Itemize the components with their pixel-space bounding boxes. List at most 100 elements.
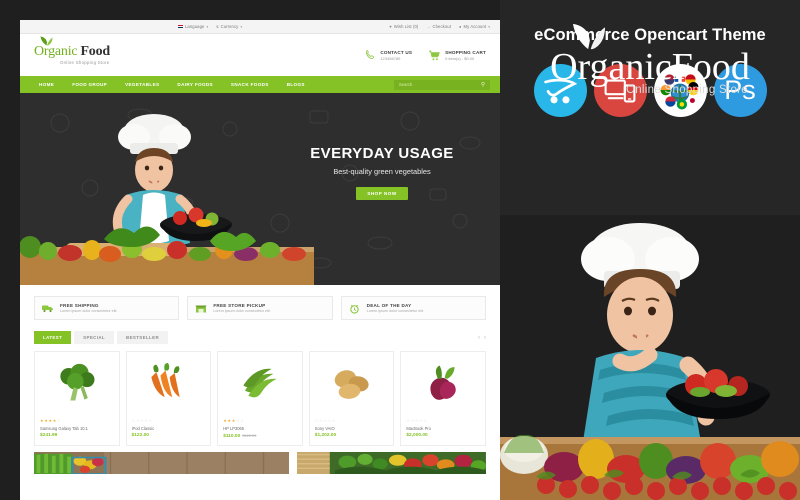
- logo-row: Organic Food: [34, 36, 110, 59]
- currency-selector[interactable]: $ Currency ▾: [216, 24, 242, 29]
- nav-item-snack-foods[interactable]: SNACK FOODS: [222, 82, 278, 87]
- nav-item-home[interactable]: HOME: [30, 82, 63, 87]
- checkout-label: Checkout: [432, 24, 451, 29]
- promo-logo: Organic Food Online Shopping Store: [500, 23, 800, 96]
- nav-item-vegetables[interactable]: VEGETABLES: [116, 82, 168, 87]
- logo-tagline: Online Shopping Store: [60, 60, 110, 65]
- tab-special[interactable]: SPECIAL: [74, 331, 114, 344]
- flag-icon: [178, 24, 183, 29]
- product-name[interactable]: HP LP3065: [223, 426, 297, 431]
- carousel-next-icon[interactable]: ›: [484, 335, 486, 341]
- service-deal-of-the-day[interactable]: DEAL OF THE DAY Lorem ipsum dolor consec…: [340, 296, 486, 320]
- search-placeholder: Search: [399, 82, 413, 87]
- nav-item-blogs[interactable]: BLOGS: [278, 82, 314, 87]
- product-price: $110.00 $122.00: [223, 433, 297, 439]
- logo-word-organic: Organic: [34, 44, 78, 59]
- language-label: Language: [185, 24, 205, 29]
- cart-label: SHOPPING CART: [445, 49, 486, 55]
- product-body: ★★★★☆ Samsung Galaxy Tab 10.1 $241.99: [35, 414, 119, 444]
- product-price-value: $110.00: [223, 434, 241, 439]
- product-card[interactable]: ☆☆☆☆☆ MacBook Pro $2,000.00: [400, 351, 486, 446]
- alarm-clock-icon: [349, 302, 361, 314]
- hero-copy: EVERYDAY USAGE Best-quality green vegeta…: [282, 145, 482, 200]
- wishlist-label: Wish List (0): [393, 24, 419, 29]
- product-price: $1,202.00: [314, 433, 337, 438]
- contact-us-block[interactable]: CONTACT US 123456789: [363, 49, 412, 62]
- wishlist-link[interactable]: ♥ Wish List (0): [389, 24, 418, 29]
- product-rating: ☆☆☆☆☆: [131, 418, 153, 423]
- search-icon[interactable]: ⚲: [481, 82, 485, 88]
- phone-icon: [363, 49, 376, 62]
- main-navigation: HOME FOOD GROUP VEGETABLES DAIRY FOODS S…: [20, 76, 500, 93]
- nav-item-food-group[interactable]: FOOD GROUP: [63, 82, 116, 87]
- product-name[interactable]: Sony VAIO: [315, 426, 389, 431]
- service-text: Lorem ipsum dolor consectetur elit.: [213, 309, 271, 314]
- product-name[interactable]: Samsung Galaxy Tab 10.1: [40, 426, 114, 431]
- my-account-link[interactable]: ● My Account ▾: [459, 24, 490, 29]
- promo-photo-girl-chef: [500, 215, 800, 500]
- product-card[interactable]: ★★★★☆ Samsung Galaxy Tab 10.1 $241.99: [34, 351, 120, 446]
- service-free-shipping[interactable]: FREE SHIPPING Lorem ipsum dolor consecte…: [34, 296, 180, 320]
- services-strip: FREE SHIPPING Lorem ipsum dolor consecte…: [20, 285, 500, 327]
- product-rating: ★★★☆☆: [223, 418, 245, 423]
- service-title: DEAL OF THE DAY: [366, 302, 412, 308]
- checkout-link[interactable]: → Checkout: [426, 24, 451, 29]
- product-card[interactable]: ★★★☆☆ HP LP3065 $110.00 $122.00: [217, 351, 303, 446]
- logo-word-food: Food: [80, 44, 110, 59]
- site-header: Organic Food Online Shopping Store CONTA…: [20, 34, 500, 76]
- promo-subtitle: eCommerce Opencart Theme: [534, 26, 766, 44]
- shopping-cart-block[interactable]: SHOPPING CART 0 item(s) - $0.00: [428, 49, 486, 62]
- service-free-store-pickup[interactable]: FREE STORE PICKUP Lorem ipsum dolor cons…: [187, 296, 333, 320]
- topbar-right: ♥ Wish List (0) → Checkout ● My Account …: [389, 24, 490, 29]
- tab-bestseller[interactable]: BESTSELLER: [117, 331, 169, 344]
- heart-icon: ♥: [389, 24, 392, 29]
- product-tabs: LATEST SPECIAL BESTSELLER ‹ ›: [20, 327, 500, 344]
- site-logo[interactable]: Organic Food Online Shopping Store: [34, 36, 110, 65]
- banner-vegetable-crate[interactable]: [34, 452, 290, 474]
- product-grid: ★★★★☆ Samsung Galaxy Tab 10.1 $241.99 ☆☆…: [20, 344, 500, 446]
- shop-now-button[interactable]: SHOP NOW: [356, 187, 408, 200]
- chevron-down-icon: ▾: [488, 24, 490, 29]
- product-image-beetroot: [401, 352, 485, 414]
- banner-fresh-produce[interactable]: [297, 452, 486, 474]
- carousel-prev-icon[interactable]: ‹: [478, 335, 480, 341]
- carousel-arrows: ‹ ›: [478, 335, 486, 341]
- product-name[interactable]: iPod Classic: [132, 426, 206, 431]
- contact-us-label: CONTACT US: [380, 49, 413, 55]
- hero-subtitle: Best-quality green vegetables: [333, 167, 431, 176]
- site-preview: Language ▾ $ Currency ▾ ♥ Wish List (0) …: [20, 20, 500, 500]
- tab-latest[interactable]: LATEST: [34, 331, 72, 344]
- arrow-right-icon: →: [426, 24, 431, 29]
- product-card[interactable]: ☆☆☆☆☆ iPod Classic $122.00: [125, 351, 212, 446]
- product-body: ☆☆☆☆☆ MacBook Pro $2,000.00: [401, 414, 485, 444]
- service-text: Lorem ipsum dolor consectetur elit.: [366, 309, 425, 314]
- product-image-broccoli: [35, 352, 119, 414]
- product-image-carrots: [126, 352, 211, 414]
- product-old-price: $122.00: [242, 433, 257, 438]
- bottom-banners: [20, 446, 500, 474]
- product-rating: ☆☆☆☆☆: [314, 418, 337, 423]
- leaf-icon: [40, 36, 53, 46]
- product-rating: ★★★★☆: [40, 418, 62, 423]
- product-body: ☆☆☆☆☆ Sony VAIO $1,202.00: [310, 414, 394, 444]
- product-price: $2,000.00: [406, 433, 428, 438]
- leaf-icon: [573, 23, 606, 50]
- promo-logo-row: Organic Food: [550, 23, 750, 86]
- search-input[interactable]: Search ⚲: [394, 79, 490, 90]
- product-name[interactable]: MacBook Pro: [406, 426, 480, 431]
- service-title: FREE STORE PICKUP: [213, 302, 266, 308]
- store-icon: [195, 302, 207, 314]
- screenshot-stage: Language ▾ $ Currency ▾ ♥ Wish List (0) …: [0, 0, 800, 500]
- product-price: $122.00: [131, 433, 149, 438]
- chevron-down-icon: ▾: [206, 24, 209, 29]
- product-rating: ☆☆☆☆☆: [406, 418, 428, 423]
- utility-topbar: Language ▾ $ Currency ▾ ♥ Wish List (0) …: [20, 20, 500, 34]
- dollar-icon: $: [216, 24, 219, 29]
- cart-icon: [428, 49, 441, 62]
- product-card[interactable]: ☆☆☆☆☆ Sony VAIO $1,202.00: [308, 351, 395, 446]
- nav-item-dairy-foods[interactable]: DAIRY FOODS: [168, 82, 222, 87]
- header-right: CONTACT US 123456789 SHOPPING CART 0 ite…: [363, 49, 486, 62]
- topbar-left: Language ▾ $ Currency ▾: [178, 24, 242, 29]
- account-label: My Account: [463, 24, 487, 29]
- language-selector[interactable]: Language ▾: [178, 24, 208, 29]
